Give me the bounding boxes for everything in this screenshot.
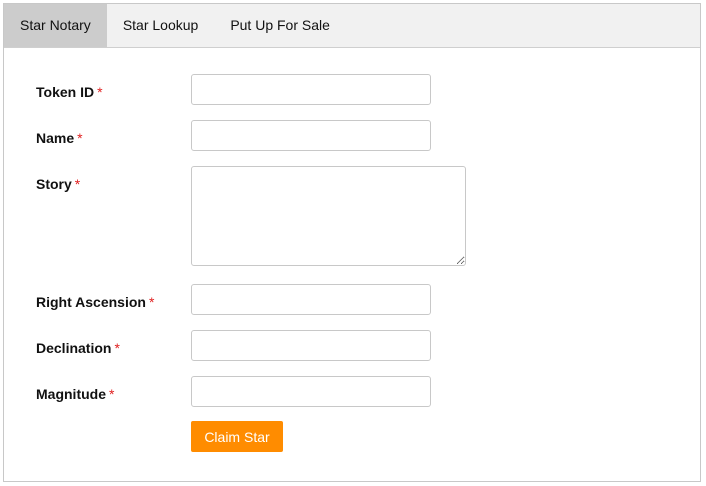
tab-star-lookup[interactable]: Star Lookup	[107, 4, 215, 47]
name-label: Name *	[36, 130, 83, 146]
app-frame: Star Notary Star Lookup Put Up For Sale …	[3, 3, 701, 482]
name-label-text: Name	[36, 130, 75, 146]
magnitude-input[interactable]	[191, 376, 431, 407]
token-id-label-text: Token ID	[36, 84, 95, 100]
declination-input[interactable]	[191, 330, 431, 361]
claim-star-button[interactable]: Claim Star	[191, 421, 283, 452]
required-marker: *	[114, 340, 120, 356]
star-notary-form: Token ID * Name * Story * Right Ascension * …	[4, 48, 700, 481]
token-id-label: Token ID *	[36, 84, 103, 100]
right-ascension-input[interactable]	[191, 284, 431, 315]
required-marker: *	[109, 386, 115, 402]
right-ascension-label-text: Right Ascension	[36, 294, 146, 310]
story-textarea[interactable]	[191, 166, 466, 266]
tab-put-up-for-sale[interactable]: Put Up For Sale	[214, 4, 346, 47]
tab-star-notary[interactable]: Star Notary	[4, 4, 107, 47]
magnitude-label-text: Magnitude	[36, 386, 106, 402]
right-ascension-label: Right Ascension *	[36, 294, 154, 310]
required-marker: *	[77, 130, 83, 146]
magnitude-label: Magnitude *	[36, 386, 114, 402]
declination-label: Declination *	[36, 340, 120, 356]
required-marker: *	[148, 294, 155, 310]
required-marker: *	[97, 84, 103, 100]
declination-label-text: Declination	[36, 340, 112, 356]
tab-bar: Star Notary Star Lookup Put Up For Sale	[4, 4, 700, 48]
name-input[interactable]	[191, 120, 431, 151]
token-id-input[interactable]	[191, 74, 431, 105]
story-label-text: Story	[36, 176, 72, 192]
required-marker: *	[74, 176, 81, 192]
story-label: Story *	[36, 176, 80, 192]
